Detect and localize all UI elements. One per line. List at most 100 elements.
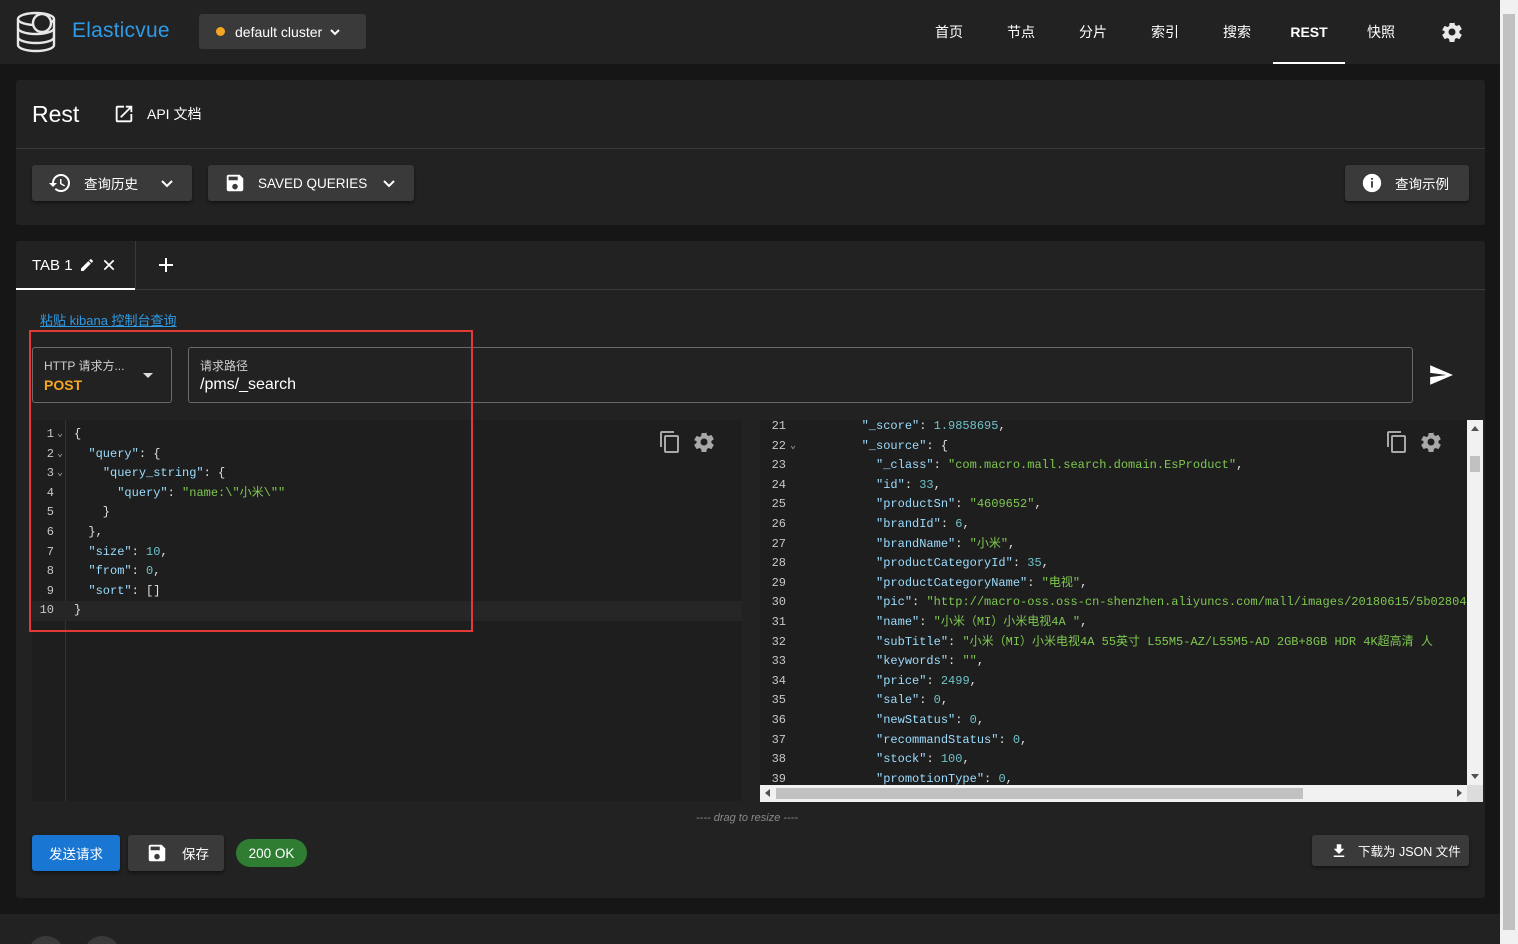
code-line[interactable]: 37 "recommandStatus": 0, <box>760 731 1467 751</box>
tab-1[interactable]: TAB 1 <box>16 241 136 290</box>
save-button[interactable]: 保存 <box>128 835 224 871</box>
code-token: 0 <box>969 713 977 727</box>
elasticvue-logo-icon <box>16 11 56 53</box>
app-name[interactable]: Elasticvue <box>72 19 170 43</box>
page-scrollbar-thumb[interactable] <box>1503 14 1515 930</box>
code-line[interactable]: 27 "brandName": "小米", <box>760 535 1467 555</box>
scroll-up-icon[interactable] <box>1471 426 1479 431</box>
code-line[interactable]: 28 "productCategoryId": 35, <box>760 554 1467 574</box>
code-line[interactable]: 1 ⌄ { <box>32 425 742 445</box>
code-line[interactable]: 39 "promotionType": 0, <box>760 770 1467 785</box>
code-token: 1.9858695 <box>933 420 999 433</box>
code-line[interactable]: 6 }, <box>32 523 742 543</box>
code-line[interactable]: 9 "sort": [] <box>32 582 742 602</box>
response-body-viewer[interactable]: 21 "_score": 1.9858695, 22 ⌄ "_source": {2… <box>760 420 1467 785</box>
paste-kibana-query-link[interactable]: 粘贴 kibana 控制台查询 <box>40 310 177 329</box>
response-hscroll-thumb[interactable] <box>776 788 1303 799</box>
code-line[interactable]: 24 "id": 33, <box>760 476 1467 496</box>
request-path-input[interactable]: 请求路径 /pms/_search <box>188 347 1413 403</box>
send-icon[interactable] <box>1428 362 1454 388</box>
code-line[interactable]: 4 "query": "name:\"小米\"" <box>32 484 742 504</box>
code-line[interactable]: 23 "_class": "com.macro.mall.search.doma… <box>760 456 1467 476</box>
code-line[interactable]: 26 "brandId": 6, <box>760 515 1467 535</box>
request-body-editor[interactable]: 1 ⌄{2 ⌄ "query": {3 ⌄ "query_string": {4 "q… <box>32 420 742 801</box>
response-scrollbar-thumb[interactable] <box>1470 456 1480 472</box>
fold-toggle-icon[interactable]: ⌄ <box>57 425 63 445</box>
code-line[interactable]: 2 ⌄ "query": { <box>32 445 742 465</box>
code-token: , <box>160 544 168 559</box>
add-tab-icon[interactable] <box>154 253 178 277</box>
nav-item-indices[interactable]: 索引 <box>1129 0 1201 64</box>
code-line[interactable]: 8 "from": 0, <box>32 562 742 582</box>
query-examples-button[interactable]: 查询示例 <box>1345 165 1469 201</box>
code-text: "query": "name:\"小米\"" <box>74 484 285 504</box>
code-line[interactable]: 38 "stock": 100, <box>760 750 1467 770</box>
nav-item-nodes[interactable]: 节点 <box>985 0 1057 64</box>
code-line[interactable]: 31 "name": "小米（MI）小米电视4A ", <box>760 613 1467 633</box>
nav-item-rest[interactable]: REST <box>1273 0 1345 64</box>
code-line[interactable]: 21 "_score": 1.9858695, <box>760 420 1467 437</box>
response-horizontal-scrollbar[interactable] <box>760 785 1467 802</box>
code-line[interactable]: 10} <box>32 601 742 621</box>
code-token: : { <box>926 438 949 453</box>
code-token: : <box>919 615 934 629</box>
copy-icon[interactable] <box>1385 430 1409 454</box>
nav-item-home[interactable]: 首页 <box>913 0 985 64</box>
api-docs-link[interactable]: API 文档 <box>113 103 201 125</box>
code-token: , <box>998 420 1006 433</box>
gear-icon[interactable] <box>1419 430 1443 454</box>
code-line[interactable]: 34 "price": 2499, <box>760 672 1467 692</box>
fold-toggle-icon[interactable]: ⌄ <box>57 464 63 484</box>
code-text: "_source": { <box>804 437 948 457</box>
code-line[interactable]: 25 "productSn": "4609652", <box>760 495 1467 515</box>
code-line[interactable]: 29 "productCategoryName": "电视", <box>760 574 1467 594</box>
code-line[interactable]: 32 "subTitle": "小米（MI）小米电视4A 55英寸 L55M5-… <box>760 633 1467 653</box>
code-text: "sale": 0, <box>804 691 948 711</box>
drag-to-resize-handle[interactable]: ---- drag to resize ---- <box>696 812 798 824</box>
code-token: : <box>131 564 147 579</box>
code-line[interactable]: 3 ⌄ "query_string": { <box>32 464 742 484</box>
code-token: "stock" <box>876 752 927 767</box>
code-line[interactable]: 5 } <box>32 503 742 523</box>
code-line[interactable]: 33 "keywords": "", <box>760 652 1467 672</box>
code-token: : <box>933 458 949 473</box>
http-method-select[interactable]: HTTP 请求方... POST <box>32 347 172 403</box>
line-number: 35 <box>771 693 786 708</box>
close-icon[interactable] <box>101 257 117 273</box>
pencil-icon[interactable] <box>79 257 95 273</box>
code-token: 35 <box>1027 556 1042 571</box>
response-vertical-scrollbar[interactable] <box>1467 420 1483 785</box>
send-request-button[interactable]: 发送请求 <box>32 835 120 871</box>
cluster-label: default cluster <box>235 23 323 40</box>
page-scrollbar[interactable] <box>1500 0 1518 944</box>
scroll-down-icon[interactable] <box>1471 774 1479 779</box>
code-token: : <box>167 485 183 500</box>
fold-toggle-icon[interactable]: ⌄ <box>57 445 63 465</box>
scroll-right-icon[interactable] <box>1457 789 1462 797</box>
query-history-button[interactable]: 查询历史 <box>32 165 192 201</box>
code-text: "promotionType": 0, <box>804 770 1013 785</box>
code-line[interactable]: 36 "newStatus": 0, <box>760 711 1467 731</box>
gear-icon[interactable] <box>1440 20 1464 44</box>
code-line[interactable]: 22 ⌄ "_source": { <box>760 437 1467 457</box>
gear-icon[interactable] <box>692 430 716 454</box>
line-number: 27 <box>771 536 786 551</box>
code-text: "sort": [] <box>74 582 160 602</box>
scroll-left-icon[interactable] <box>765 789 770 797</box>
nav-item-search[interactable]: 搜索 <box>1201 0 1273 64</box>
code-line[interactable]: 35 "sale": 0, <box>760 691 1467 711</box>
code-line[interactable]: 7 "size": 10, <box>32 543 742 563</box>
download-json-button[interactable]: 下载为 JSON 文件 <box>1312 835 1469 866</box>
nav-item-snapshots[interactable]: 快照 <box>1345 0 1417 64</box>
code-line[interactable]: 30 "pic": "http://macro-oss.oss-cn-shenz… <box>760 593 1467 613</box>
copy-icon[interactable] <box>658 430 682 454</box>
footer-avatar <box>28 936 64 944</box>
fold-toggle-icon[interactable]: ⌄ <box>790 437 796 457</box>
nav-item-shards[interactable]: 分片 <box>1057 0 1129 64</box>
code-token: , <box>962 517 970 531</box>
save-icon <box>146 842 168 864</box>
rest-header-card: Rest API 文档 查询历史 SAVED QUERIES 查询示例 <box>16 80 1485 225</box>
cluster-selector-button[interactable]: default cluster <box>199 14 366 49</box>
saved-queries-button[interactable]: SAVED QUERIES <box>208 165 414 201</box>
